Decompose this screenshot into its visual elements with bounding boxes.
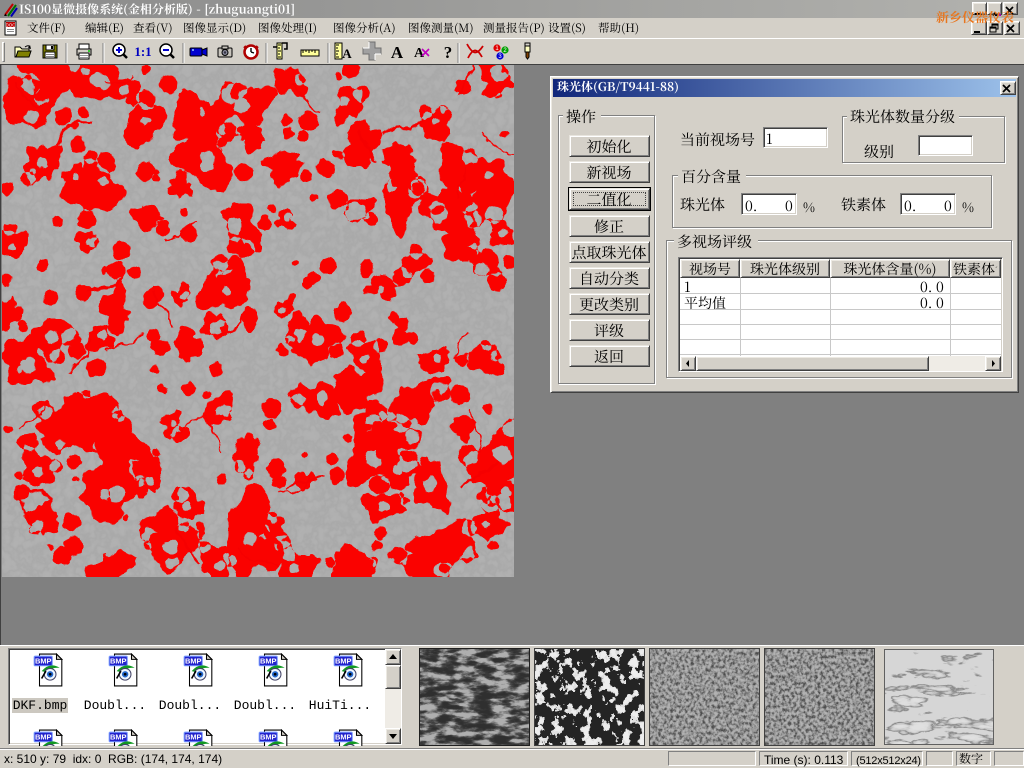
svg-text:BMP: BMP (185, 733, 202, 742)
svg-text:BMP: BMP (35, 657, 52, 666)
svg-text:BMP: BMP (185, 657, 202, 666)
svg-text:BMP: BMP (110, 657, 127, 666)
svg-text:BMP: BMP (110, 733, 127, 742)
svg-text:BMP: BMP (335, 657, 352, 666)
svg-text:BMP: BMP (260, 657, 277, 666)
svg-text:BMP: BMP (335, 733, 352, 742)
svg-text:BMP: BMP (260, 733, 277, 742)
svg-text:BMP: BMP (35, 733, 52, 742)
